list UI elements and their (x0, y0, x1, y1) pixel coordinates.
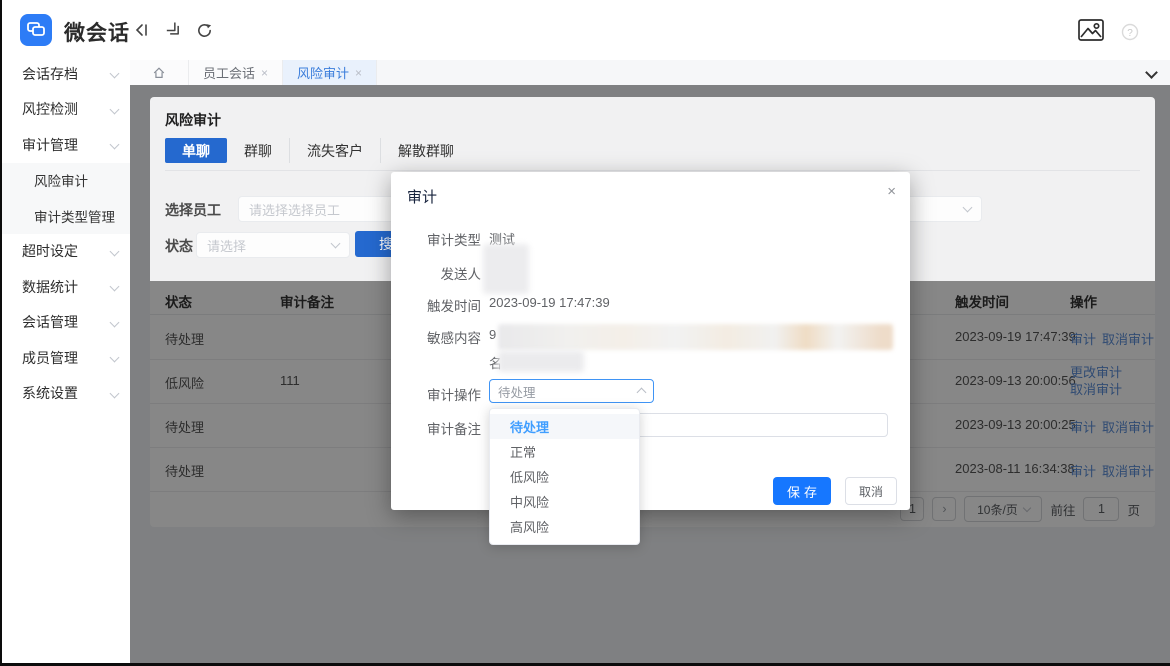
redacted-content-line2 (498, 351, 584, 372)
chevron-down-icon[interactable] (1145, 66, 1158, 79)
close-icon[interactable]: × (355, 67, 362, 79)
sidebar-item-label: 系统设置 (22, 383, 78, 403)
dropdown-option-中风险[interactable]: 中风险 (490, 489, 639, 514)
dropdown-option-高风险[interactable]: 高风险 (490, 514, 639, 539)
sidebar-item-label: 审计管理 (22, 135, 78, 155)
cancel-button[interactable]: 取消 (845, 477, 897, 505)
chevron-down-icon (110, 246, 120, 256)
app-title: 微会话 (64, 17, 130, 47)
chevron-up-icon (637, 388, 647, 398)
audit-action-select[interactable]: 待处理 (489, 379, 654, 403)
chevron-down-icon (110, 317, 120, 327)
employee-filter-label: 选择员工 (165, 200, 221, 220)
chat-tab-解散群聊[interactable]: 解散群聊 (381, 138, 471, 163)
status-filter-label: 状态 (165, 236, 193, 256)
sidebar-item-超时设定[interactable]: 超时设定 (0, 234, 130, 270)
sidebar-item-label: 数据统计 (22, 277, 78, 297)
status-placeholder: 请选择 (207, 236, 246, 255)
redacted-sender (483, 244, 529, 294)
audit-note-label: 审计备注 (391, 418, 481, 438)
chat-tab-流失客户[interactable]: 流失客户 (290, 138, 381, 163)
chat-tab-群聊[interactable]: 群聊 (227, 138, 290, 163)
app-window: 微会话 (0, 0, 1170, 666)
refresh-icon[interactable] (194, 20, 214, 40)
sidebar-item-label: 风险审计 (34, 170, 88, 190)
cancel-button-label: 取消 (859, 483, 883, 500)
status-select[interactable]: 请选择 (196, 232, 350, 258)
sidebar-item-风险审计[interactable]: 风险审计 (0, 163, 130, 199)
sidebar-menu: 会话存档风控检测审计管理风险审计审计类型管理超时设定数据统计会话管理成员管理系统… (0, 56, 130, 411)
audit-action-value: 待处理 (498, 382, 536, 401)
tab-风险审计[interactable]: 风险审计 × (283, 60, 377, 85)
sidebar-item-数据统计[interactable]: 数据统计 (0, 269, 130, 305)
sidebar-item-会话管理[interactable]: 会话管理 (0, 305, 130, 341)
chevron-down-icon (110, 282, 120, 292)
audit-type-label: 审计类型 (391, 229, 481, 249)
home-tab[interactable] (130, 60, 189, 85)
save-button-label: 保存 (787, 482, 821, 501)
sidebar-item-label: 风控检测 (22, 99, 78, 119)
redacted-content-line1 (498, 324, 893, 350)
sidebar-item-label: 成员管理 (22, 348, 78, 368)
page-title: 风险审计 (165, 110, 221, 130)
tab-员工会话[interactable]: 员工会话 × (189, 60, 283, 85)
sidebar-item-label: 会话存档 (22, 64, 78, 84)
app-logo-icon (20, 14, 52, 46)
divider (165, 170, 1140, 171)
employee-placeholder: 请选择选择员工 (249, 200, 340, 219)
sidebar-item-label: 会话管理 (22, 312, 78, 332)
audit-modal: 审计 × 审计类型 测试 发送人 触发时间 2023-09-19 17:47:3… (391, 172, 910, 510)
modal-title: 审计 (407, 186, 437, 207)
tab-label: 员工会话 (203, 63, 255, 82)
svg-text:?: ? (1127, 28, 1133, 39)
chevron-down-icon (110, 69, 120, 79)
tab-label: 风险审计 (297, 63, 349, 82)
open-tabs: 员工会话 × 风险审计 × (189, 60, 377, 85)
sender-label: 发送人 (391, 263, 481, 283)
chat-tab-单聊[interactable]: 单聊 (165, 138, 227, 163)
chat-type-tabs: 单聊群聊流失客户解散群聊 (165, 138, 471, 163)
app-header: 微会话 (0, 0, 1170, 60)
tab-bar: 员工会话 × 风险审计 × (130, 60, 1170, 85)
sidebar-item-系统设置[interactable]: 系统设置 (0, 376, 130, 412)
sidebar-fold-icon[interactable] (132, 20, 152, 40)
help-icon[interactable]: ? (1120, 22, 1140, 42)
sidebar-item-label: 超时设定 (22, 241, 78, 261)
close-icon[interactable]: × (887, 184, 896, 199)
dropdown-option-待处理[interactable]: 待处理 (490, 414, 639, 439)
home-icon (152, 66, 166, 80)
chevron-down-icon (110, 388, 120, 398)
chevron-down-icon (963, 203, 973, 213)
sidebar-item-成员管理[interactable]: 成员管理 (0, 340, 130, 376)
audit-action-label: 审计操作 (391, 384, 481, 404)
dropdown-option-低风险[interactable]: 低风险 (490, 464, 639, 489)
chevron-down-icon (110, 104, 120, 114)
trigger-time-value: 2023-09-19 17:47:39 (489, 295, 610, 310)
sidebar: 会话存档风控检测审计管理风险审计审计类型管理超时设定数据统计会话管理成员管理系统… (0, 60, 130, 666)
sidebar-item-审计管理[interactable]: 审计管理 (0, 127, 130, 163)
sidebar-item-风控检测[interactable]: 风控检测 (0, 92, 130, 128)
sensitive-content-prefix: 9 (489, 327, 496, 342)
sidebar-item-会话存档[interactable]: 会话存档 (0, 56, 130, 92)
broken-image-icon[interactable] (1076, 16, 1106, 44)
chevron-down-icon (331, 239, 341, 249)
sidebar-item-label: 审计类型管理 (34, 206, 115, 226)
close-icon[interactable]: × (261, 67, 268, 79)
chevron-down-icon (110, 353, 120, 363)
double-chevron-icon[interactable] (163, 20, 183, 40)
audit-action-dropdown: 待处理正常低风险中风险高风险 (489, 408, 640, 545)
dropdown-option-正常[interactable]: 正常 (490, 439, 639, 464)
screen-edge-left (0, 0, 2, 666)
trigger-time-label: 触发时间 (391, 295, 481, 315)
sidebar-item-审计类型管理[interactable]: 审计类型管理 (0, 198, 130, 234)
sensitive-content-label: 敏感内容 (391, 327, 481, 347)
chevron-down-icon (110, 140, 120, 150)
save-button[interactable]: 保存 (773, 477, 831, 505)
